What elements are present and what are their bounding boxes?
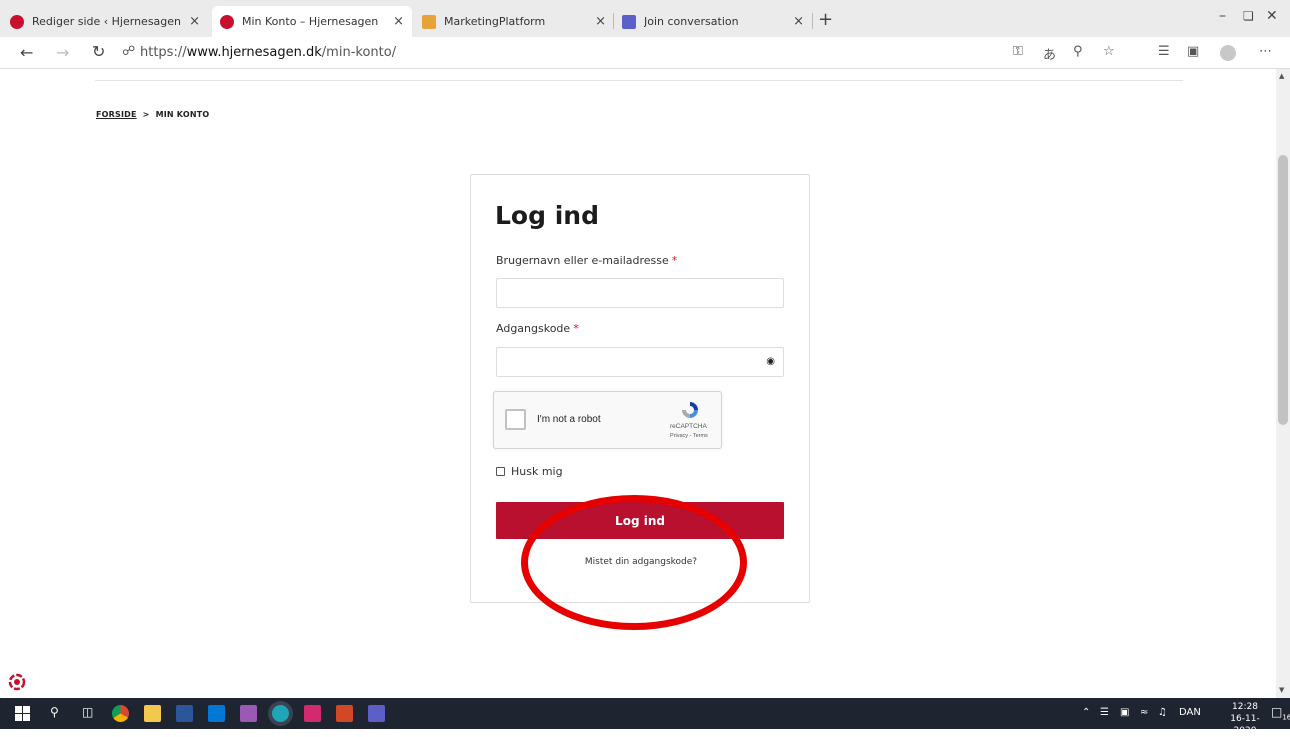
remember-me[interactable]: Husk mig — [496, 465, 563, 478]
lock-icon: ☍ — [122, 44, 136, 59]
url-domain: www.hjernesagen.dk — [186, 45, 322, 60]
recaptcha-terms[interactable]: Privacy - Terms — [670, 433, 708, 439]
window-close-button[interactable]: ✕ — [1266, 8, 1278, 24]
tab-title: Rediger side ‹ Hjernesagen — W — [32, 15, 183, 28]
back-button[interactable]: ← — [20, 43, 33, 62]
recaptcha-brand: reCAPTCHA — [670, 423, 707, 430]
tab-separator — [812, 13, 813, 29]
address-bar: ← → ↻ ☍ https://www.hjernesagen.dk/min-k… — [0, 37, 1290, 69]
breadcrumb: FORSIDE > MIN KONTO — [96, 110, 209, 119]
key-icon[interactable]: ⚿ — [1013, 44, 1023, 59]
teams-icon — [622, 14, 636, 29]
close-tab-icon[interactable]: × — [189, 14, 200, 29]
recaptcha-widget: I'm not a robot reCAPTCHA Privacy - Term… — [493, 391, 722, 449]
username-label: Brugernavn eller e-mailadresse * — [496, 254, 677, 267]
show-password-eye-icon[interactable]: ◉ — [766, 356, 775, 367]
wifi-icon[interactable]: ≈ — [1140, 707, 1148, 718]
breadcrumb-separator: > — [142, 110, 150, 119]
remember-me-checkbox[interactable] — [496, 467, 505, 476]
windows-start-icon[interactable] — [14, 705, 31, 722]
notification-count: 16 — [1282, 713, 1290, 722]
hjernesagen-favicon-icon — [10, 14, 24, 29]
scrollbar-thumb[interactable] — [1278, 155, 1288, 425]
login-title: Log ind — [495, 201, 599, 230]
tab-title: Min Konto – Hjernesagen — [242, 15, 379, 28]
scroll-down-arrow-icon[interactable]: ▼ — [1279, 686, 1284, 694]
paint-icon[interactable] — [240, 705, 257, 722]
refresh-button[interactable]: ↻ — [92, 42, 105, 61]
windows-taskbar: ⚲ ◫ ⌃ ☰ ▣ ≈ ♫ DAN 12:28 16-11-2020 □16 — [0, 698, 1290, 736]
restore-button[interactable]: ❏ — [1243, 9, 1254, 23]
volume-icon[interactable]: ♫ — [1158, 707, 1167, 718]
outlook-icon[interactable] — [208, 705, 225, 722]
system-clock[interactable]: 12:28 16-11-2020 — [1219, 701, 1271, 737]
site-brand-logo-icon[interactable] — [8, 673, 26, 691]
recaptcha-checkbox[interactable] — [505, 409, 526, 430]
translate-icon[interactable]: あ — [1043, 44, 1056, 63]
network-usb-icon[interactable]: ☰ — [1100, 707, 1109, 718]
header-divider — [95, 80, 1183, 81]
clock-date: 16-11-2020 — [1230, 714, 1260, 736]
close-tab-icon[interactable]: × — [393, 14, 404, 29]
url-field[interactable]: https://www.hjernesagen.dk/min-konto/ — [140, 45, 396, 60]
page-scrollbar[interactable]: ▲ ▼ — [1276, 69, 1290, 698]
chrome-icon[interactable] — [112, 705, 129, 722]
tab-min-konto[interactable]: Min Konto – Hjernesagen × — [212, 6, 412, 37]
forward-button[interactable]: → — [56, 43, 69, 62]
recaptcha-label: I'm not a robot — [537, 414, 601, 425]
word-icon[interactable] — [176, 705, 193, 722]
zoom-icon[interactable]: ⚲ — [1073, 44, 1083, 59]
breadcrumb-current: MIN KONTO — [155, 110, 210, 119]
required-marker: * — [573, 322, 579, 335]
username-label-text: Brugernavn eller e-mailadresse — [496, 254, 669, 267]
clock-time: 12:28 — [1232, 702, 1258, 712]
display-icon[interactable]: ▣ — [1120, 707, 1129, 718]
indesign-icon[interactable] — [304, 705, 321, 722]
annotation-red-circle — [521, 495, 747, 630]
file-explorer-icon[interactable] — [144, 705, 161, 722]
minimize-button[interactable]: – — [1219, 8, 1226, 24]
close-tab-icon[interactable]: × — [595, 14, 606, 29]
username-input[interactable] — [496, 278, 784, 308]
hjernesagen-favicon-icon — [220, 14, 234, 29]
tray-chevron-icon[interactable]: ⌃ — [1082, 707, 1090, 718]
more-menu-icon[interactable]: ⋯ — [1259, 44, 1272, 59]
powerpoint-icon[interactable] — [336, 705, 353, 722]
password-label: Adgangskode * — [496, 322, 579, 335]
collections-icon[interactable]: ▣ — [1187, 44, 1199, 59]
url-path: /min-konto/ — [321, 45, 397, 60]
recaptcha-logo-icon — [682, 402, 698, 418]
close-tab-icon[interactable]: × — [793, 14, 804, 29]
new-tab-button[interactable]: + — [818, 9, 833, 30]
tab-title: MarketingPlatform — [444, 15, 546, 28]
profile-avatar[interactable] — [1220, 45, 1236, 61]
tab-title: Join conversation — [644, 15, 739, 28]
browser-tab-bar: Rediger side ‹ Hjernesagen — W × Min Kon… — [0, 0, 1290, 37]
task-view-icon[interactable]: ◫ — [82, 705, 93, 719]
favorites-list-icon[interactable]: ☰ — [1158, 44, 1170, 59]
password-input[interactable]: ◉ — [496, 347, 784, 377]
required-marker: * — [671, 254, 678, 267]
language-indicator[interactable]: DAN — [1179, 707, 1201, 718]
tab-join-conversation[interactable]: Join conversation × — [614, 6, 812, 37]
edge-icon[interactable] — [272, 705, 289, 722]
teams-taskbar-icon[interactable] — [368, 705, 385, 722]
search-icon[interactable]: ⚲ — [50, 705, 59, 719]
tab-marketing-platform[interactable]: MarketingPlatform × — [414, 6, 614, 37]
url-prefix: https:// — [140, 45, 187, 60]
breadcrumb-home-link[interactable]: FORSIDE — [96, 110, 137, 119]
favorite-star-icon[interactable]: ☆ — [1103, 44, 1115, 59]
tab-rediger-side[interactable]: Rediger side ‹ Hjernesagen — W × — [2, 6, 208, 37]
scroll-up-arrow-icon[interactable]: ▲ — [1279, 72, 1284, 80]
notification-center-icon[interactable]: □16 — [1271, 705, 1290, 721]
password-label-text: Adgangskode — [496, 322, 571, 335]
marketing-platform-icon — [422, 14, 436, 29]
remember-me-label: Husk mig — [511, 465, 563, 478]
